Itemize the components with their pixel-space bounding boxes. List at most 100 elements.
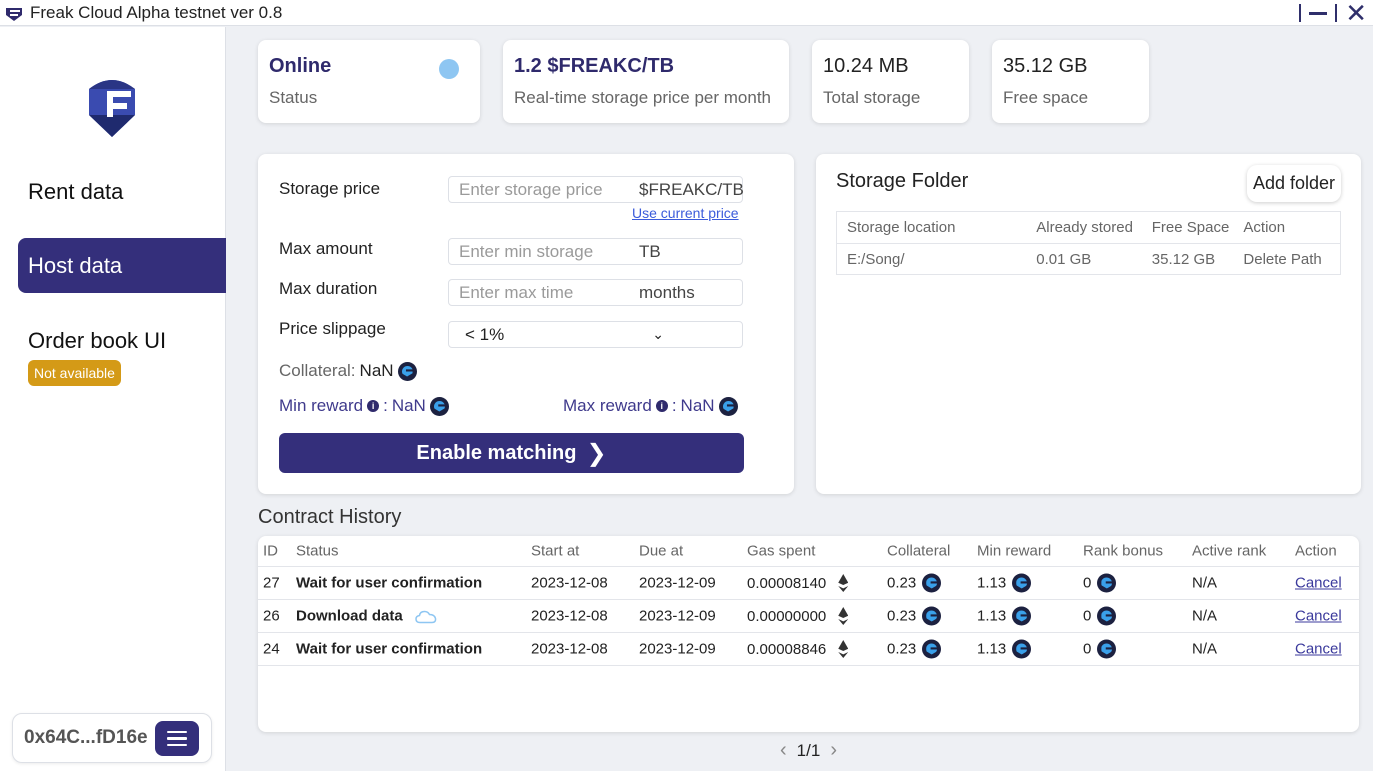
colon: :	[671, 396, 677, 415]
column-header: ID	[263, 542, 278, 560]
storage-price-input[interactable]: Enter storage price $FREAKC/TB	[448, 176, 744, 203]
cancel-link[interactable]: Cancel	[1295, 641, 1342, 658]
freakc-coin-icon	[429, 396, 449, 416]
ethereum-icon	[838, 607, 849, 625]
active-rank: N/A	[1192, 607, 1218, 625]
contract-status: Download data	[296, 607, 403, 625]
status-card: Online Status	[258, 40, 480, 123]
min-reward-cell: 1.13	[977, 573, 1032, 593]
hosting-form: Storage price Enter storage price $FREAK…	[258, 154, 794, 494]
max-amount-label: Max amount	[279, 239, 373, 258]
column-header: Storage location	[847, 219, 956, 236]
max-duration-placeholder: Enter max time	[459, 282, 574, 302]
min-reward: 1.13	[977, 607, 1007, 625]
active-rank: N/A	[1192, 574, 1218, 592]
storage-price-placeholder: Enter storage price	[459, 179, 603, 199]
min-reward: 1.13	[977, 640, 1007, 658]
due-date: 2023-12-09	[639, 640, 716, 658]
max-duration-input[interactable]: Enter max time months	[448, 279, 743, 306]
rank-bonus-cell: 0	[1083, 606, 1117, 626]
collateral: 0.23	[887, 607, 917, 625]
contract-id: 27	[263, 574, 280, 592]
min-reward-row: Min reward i : NaN	[279, 396, 449, 416]
menu-button[interactable]	[155, 721, 199, 756]
freakc-coin-icon	[1097, 606, 1117, 626]
table-row: E:/Song/ 0.01 GB 35.12 GB Delete Path	[837, 243, 1340, 274]
close-icon[interactable]: ✕	[1345, 0, 1367, 26]
rank-bonus-cell: 0	[1083, 639, 1117, 659]
freakc-coin-icon	[922, 606, 942, 626]
collateral-value: NaN	[359, 361, 394, 380]
title-bar: Freak Cloud Alpha testnet ver 0.8 ✕	[0, 0, 1373, 26]
column-header: Active rank	[1192, 542, 1267, 560]
chevron-right-icon: ❯	[586, 439, 607, 467]
max-duration-label: Max duration	[279, 279, 378, 298]
sidebar-item-host-data[interactable]: Host data	[18, 238, 226, 293]
collateral: 0.23	[887, 574, 917, 592]
delete-path-action[interactable]: Delete Path	[1243, 251, 1340, 268]
max-duration-unit: months	[639, 282, 695, 302]
gas-spent-cell: 0.00008140	[747, 574, 849, 592]
column-header: Start at	[531, 542, 580, 560]
wallet-box: 0x64C...fD16e	[12, 713, 212, 763]
storage-price-label: Storage price	[279, 179, 381, 198]
add-folder-button[interactable]: Add folder	[1247, 165, 1341, 202]
column-header: Due at	[639, 542, 684, 560]
app-logo-icon	[6, 7, 22, 21]
price-slippage-select[interactable]: < 1% ⌄	[448, 321, 743, 348]
info-icon[interactable]: i	[655, 400, 668, 412]
column-header: Collateral	[887, 542, 951, 560]
total-storage-card: 10.24 MB Total storage	[812, 40, 969, 123]
collateral-cell: 0.23	[887, 639, 942, 659]
pagination: ‹ 1/1 ›	[780, 739, 837, 762]
contract-id: 24	[263, 640, 280, 658]
hamburger-icon	[167, 730, 187, 734]
freakc-coin-icon	[1097, 639, 1117, 659]
column-header: Free Space	[1151, 219, 1230, 236]
wallet-address[interactable]: 0x64C...fD16e	[24, 727, 148, 749]
info-icon[interactable]: i	[367, 400, 380, 412]
freakc-coin-icon	[922, 573, 942, 593]
freakc-coin-icon	[397, 361, 417, 381]
max-amount-input[interactable]: Enter min storage TB	[448, 238, 743, 265]
cancel-link[interactable]: Cancel	[1295, 608, 1342, 625]
price-value: 1.2 $FREAKC/TB	[514, 55, 675, 77]
enable-matching-label: Enable matching	[416, 441, 577, 464]
enable-matching-button[interactable]: Enable matching ❯	[279, 433, 744, 473]
sidebar-item-rent-data[interactable]: Rent data	[18, 164, 226, 219]
column-header: Gas spent	[747, 542, 816, 560]
rank-bonus-cell: 0	[1083, 573, 1117, 593]
contract-history-title: Contract History	[258, 506, 402, 528]
storage-folder-panel: Storage Folder Add folder Storage locati…	[816, 154, 1361, 494]
chevron-right-icon[interactable]: ›	[830, 739, 837, 762]
use-current-price-link[interactable]: Use current price	[632, 205, 739, 221]
cancel-link[interactable]: Cancel	[1295, 575, 1342, 592]
min-reward-cell: 1.13	[977, 606, 1032, 626]
table-header: Storage location Already stored Free Spa…	[837, 212, 1340, 243]
table-row: 24 Wait for user confirmation 2023-12-08…	[258, 633, 1359, 666]
price-label: Real-time storage price per month	[514, 88, 772, 107]
gas-spent-cell: 0.00008846	[747, 640, 849, 658]
contract-history-table: ID Status Start at Due at Gas spent Coll…	[258, 536, 1359, 732]
ethereum-icon	[838, 640, 849, 658]
active-rank: N/A	[1192, 640, 1218, 658]
price-card: 1.2 $FREAKC/TB Real-time storage price p…	[503, 40, 789, 123]
collateral-label: Collateral:	[279, 361, 356, 380]
storage-location: E:/Song/	[847, 250, 905, 268]
max-amount-placeholder: Enter min storage	[459, 241, 594, 261]
max-amount-unit: TB	[639, 241, 661, 261]
minimize-icon[interactable]	[1309, 11, 1328, 15]
storage-folder-title: Storage Folder	[836, 170, 969, 192]
contract-id: 26	[263, 607, 280, 625]
min-reward: 1.13	[977, 574, 1007, 592]
window-title: Freak Cloud Alpha testnet ver 0.8	[30, 2, 283, 22]
gas-spent-cell: 0.00000000	[747, 607, 849, 625]
chevron-left-icon[interactable]: ‹	[780, 739, 787, 762]
storage-price-unit: $FREAKC/TB	[639, 179, 744, 199]
max-reward-label: Max reward	[563, 396, 652, 415]
rank-bonus: 0	[1083, 607, 1092, 625]
table-header: ID Status Start at Due at Gas spent Coll…	[258, 536, 1359, 567]
collateral-row: Collateral: NaN	[279, 361, 417, 381]
table-row: 26 Download data 2023-12-08 2023-12-09 0…	[258, 600, 1359, 633]
cloud-download-icon[interactable]	[414, 609, 437, 623]
